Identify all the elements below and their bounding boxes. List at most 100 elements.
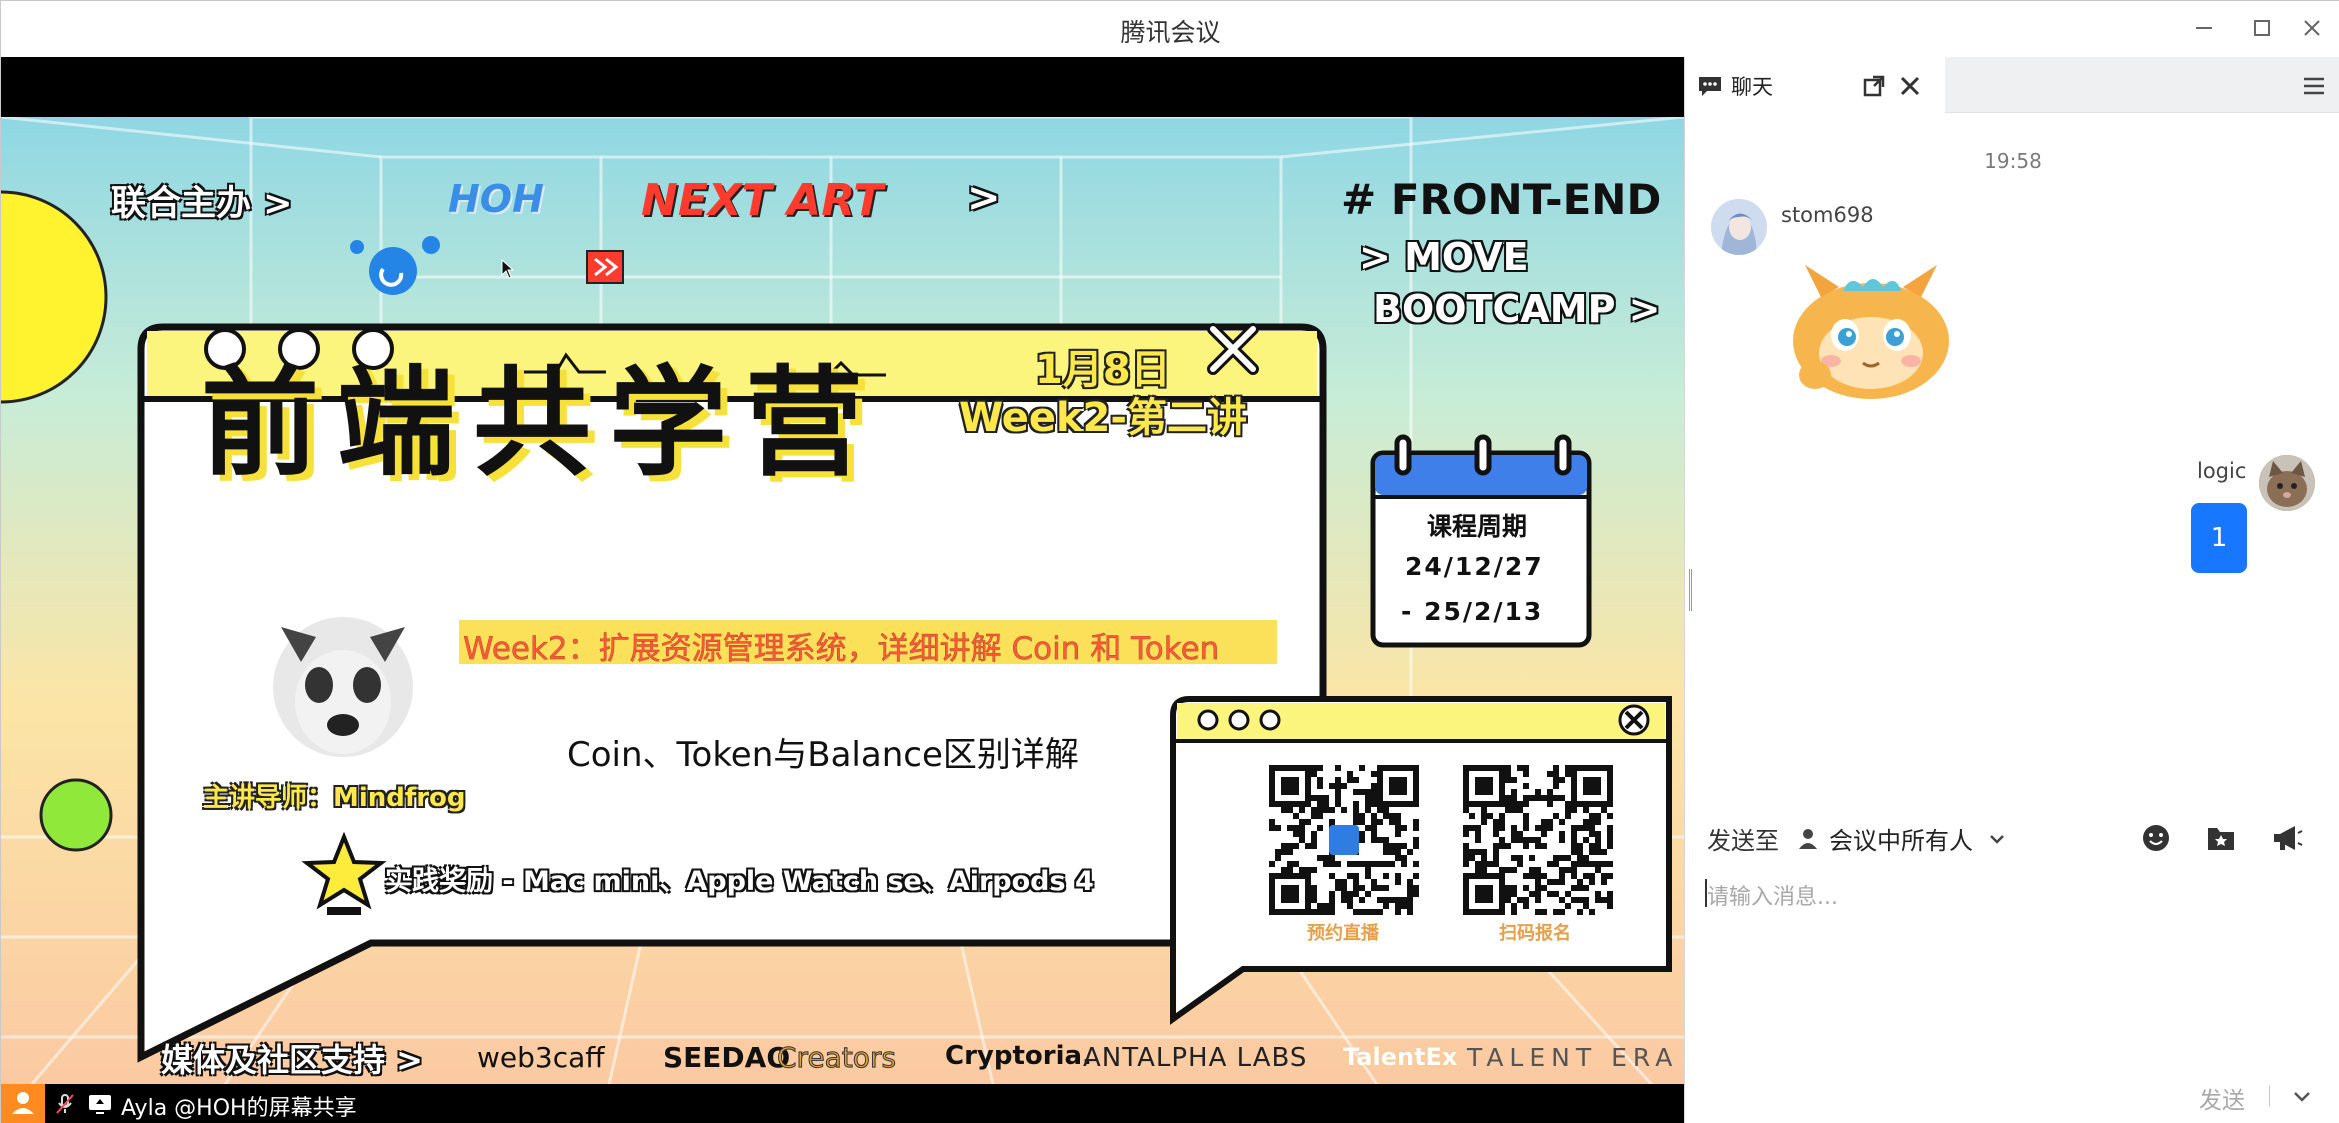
- qr-module: [1377, 807, 1383, 813]
- close-icon: [2304, 20, 2320, 36]
- qr-module: [1413, 885, 1419, 891]
- qr-module: [1317, 855, 1323, 861]
- qr-module: [1571, 849, 1577, 855]
- message-input[interactable]: 请输入消息...: [1707, 879, 1838, 911]
- qr-module: [1463, 825, 1469, 831]
- send-to-label: 发送至: [1707, 827, 1779, 855]
- qr-module: [1505, 795, 1511, 801]
- qr-module: [1577, 909, 1583, 915]
- qr-module: [1287, 825, 1293, 831]
- qr-module: [1395, 843, 1401, 849]
- chat-tabbar: 聊天: [1685, 57, 2339, 113]
- qr-module: [1365, 909, 1371, 915]
- send-options-chevron-icon[interactable]: [2291, 1085, 2313, 1107]
- send-button[interactable]: 发送: [2199, 1081, 2245, 1115]
- sponsor-creators: Creators: [776, 1041, 897, 1075]
- dragon-sticker[interactable]: [1781, 257, 1961, 407]
- message-bubble[interactable]: 1: [2191, 503, 2247, 573]
- qr-module: [1523, 813, 1529, 819]
- qr-module: [1601, 873, 1607, 879]
- qr-module: [1547, 825, 1553, 831]
- sponsor-cryptoria: Cryptoria.: [945, 1041, 1092, 1071]
- qr-module: [1559, 855, 1565, 861]
- qr-module: [1469, 855, 1475, 861]
- qr-module: [1287, 849, 1293, 855]
- emoji-icon[interactable]: [2141, 823, 2171, 853]
- qr-module: [1583, 897, 1589, 903]
- qr-module: [1311, 897, 1317, 903]
- popout-icon[interactable]: [1861, 73, 1887, 99]
- qr-module: [1547, 891, 1553, 897]
- qr-module: [1559, 897, 1565, 903]
- minimize-button[interactable]: [2189, 13, 2219, 43]
- qr-module: [1305, 819, 1311, 825]
- qr-module: [1583, 819, 1589, 825]
- panel-resize-handle[interactable]: [1689, 569, 1692, 611]
- qr-module: [1571, 843, 1577, 849]
- qr-module: [1317, 765, 1323, 771]
- qr-module: [1553, 765, 1559, 771]
- qr-module: [1353, 813, 1359, 819]
- qr-module: [1493, 819, 1499, 825]
- qr-module: [1359, 909, 1365, 915]
- calendar-line1: 24/12/27: [1405, 552, 1544, 581]
- qr-module: [1359, 831, 1365, 837]
- maximize-button[interactable]: [2247, 13, 2277, 43]
- qr-module: [1401, 861, 1407, 867]
- qr-module: [1493, 855, 1499, 861]
- qr-module: [1517, 861, 1523, 867]
- qr-module: [1535, 909, 1541, 915]
- qr-module: [1317, 825, 1323, 831]
- qr-module: [1523, 837, 1529, 843]
- tab-chat[interactable]: 聊天: [1685, 57, 1945, 113]
- qr-module: [1413, 873, 1419, 879]
- username-stom698: stom698: [1781, 203, 1874, 227]
- sponsor-talentera: TALENT ERA: [1467, 1043, 1679, 1072]
- main-title: 前端共学营: [201, 354, 882, 492]
- qr-module: [1559, 837, 1565, 843]
- avatar-logic[interactable]: [2259, 455, 2315, 511]
- qr-module: [1535, 891, 1541, 897]
- qr-module: [1383, 885, 1389, 891]
- send-target-dropdown[interactable]: 会议中所有人: [1829, 821, 1973, 856]
- qr-module: [1383, 903, 1389, 909]
- qr-module: [1481, 861, 1487, 867]
- qr-module: [1311, 891, 1317, 897]
- qr-module: [1571, 861, 1577, 867]
- qr-module: [1287, 867, 1293, 873]
- qr-module: [1395, 855, 1401, 861]
- qr-module: [1529, 867, 1535, 873]
- qr-module: [1401, 825, 1407, 831]
- qr-module: [1529, 891, 1535, 897]
- qr-module: [1553, 879, 1559, 885]
- qr-module: [1583, 825, 1589, 831]
- qr-module: [1601, 879, 1607, 885]
- qr-module: [1463, 807, 1469, 813]
- announcement-icon[interactable]: [2271, 823, 2305, 853]
- qr-module: [1395, 813, 1401, 819]
- user-icon: [12, 1092, 34, 1114]
- shared-slide: 联合主办 > HOH NEXT ART > # FRONT-END > MOVE…: [1, 117, 1684, 1120]
- close-chat-icon[interactable]: [1897, 73, 1923, 99]
- message-timestamp: 19:58: [1984, 149, 2042, 173]
- qr-module: [1517, 807, 1523, 813]
- qr-module: [1553, 855, 1559, 861]
- qr-module: [1535, 825, 1541, 831]
- file-icon[interactable]: [2205, 823, 2237, 853]
- qr-module: [1287, 843, 1293, 849]
- screen-share-area[interactable]: 联合主办 > HOH NEXT ART > # FRONT-END > MOVE…: [1, 57, 1684, 1123]
- qr-module: [1481, 849, 1487, 855]
- qr-module: [1499, 843, 1505, 849]
- qr-module: [1607, 873, 1613, 879]
- qr-module: [1505, 777, 1511, 783]
- qr-module: [1583, 873, 1589, 879]
- qr-module: [1511, 807, 1517, 813]
- avatar-stom698[interactable]: [1711, 199, 1767, 255]
- close-button[interactable]: [2297, 13, 2327, 43]
- qr-module: [1601, 861, 1607, 867]
- qr-module: [1547, 789, 1553, 795]
- maximize-icon: [2254, 20, 2270, 36]
- menu-icon[interactable]: [2301, 73, 2327, 99]
- qr-module: [1377, 897, 1383, 903]
- chevron-down-icon[interactable]: [1987, 829, 2007, 849]
